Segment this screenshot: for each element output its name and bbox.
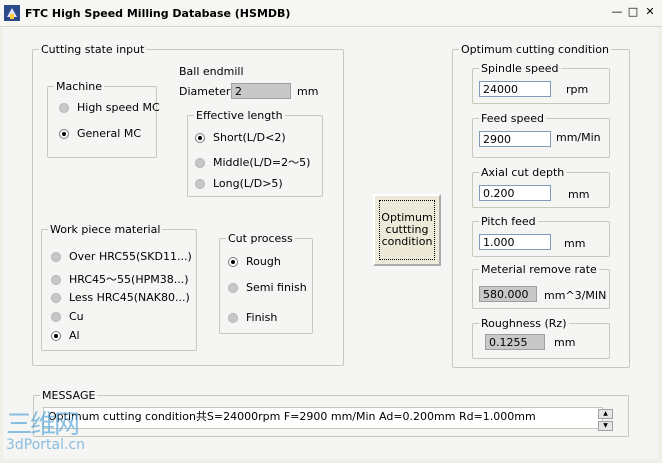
axial-cut-depth-legend: Axial cut depth: [481, 166, 565, 179]
app-window: FTC High Speed Milling Database (HSMDB) …: [0, 0, 662, 463]
machine-group: Machine: [47, 80, 157, 158]
radio-icon: [195, 179, 205, 189]
cut-process-legend: Cut process: [228, 232, 293, 245]
message-text: Optimum cutting condition共S=24000rpm F=2…: [43, 407, 603, 429]
optimum-legend: Optimum cutting condition: [461, 43, 609, 56]
material-option-less-hrc45[interactable]: Less HRC45(NAK80...): [51, 291, 190, 304]
spindle-speed-legend: Spindle speed: [481, 62, 559, 75]
length-option-long[interactable]: Long(L/D>5): [195, 177, 283, 190]
process-option-rough[interactable]: Rough: [228, 255, 281, 268]
cutting-state-legend: Cutting state input: [41, 43, 145, 56]
axial-cut-depth-field[interactable]: 0.200: [479, 185, 551, 201]
diameter-unit: mm: [297, 85, 319, 98]
pitch-feed-unit: mm: [564, 237, 586, 250]
length-option-short[interactable]: Short(L/D<2): [195, 131, 286, 144]
diameter-input[interactable]: 2: [231, 83, 291, 99]
pitch-feed-legend: Pitch feed: [481, 215, 536, 228]
optimum-button-label: Optimum cuttting condition: [379, 200, 435, 260]
spindle-speed-field[interactable]: 24000: [479, 81, 551, 97]
machine-option-general[interactable]: General MC: [59, 127, 141, 140]
maximize-button[interactable]: □: [626, 5, 640, 19]
watermark-line-1: 三维网: [6, 410, 80, 440]
process-option-finish[interactable]: Finish: [228, 311, 277, 324]
effective-length-legend: Effective length: [196, 109, 283, 122]
radio-icon: [195, 158, 205, 168]
radio-selected-icon: [228, 257, 238, 267]
radio-icon: [228, 283, 238, 293]
pitch-feed-field[interactable]: 1.000: [479, 234, 551, 250]
diameter-label: Diameter: [179, 85, 231, 98]
radio-selected-icon: [59, 129, 69, 139]
watermark-line-2: 3dPortal.cn: [6, 437, 86, 453]
radio-icon: [51, 252, 61, 262]
material-option-hrc45-55[interactable]: HRC45～55(HPM38...): [51, 271, 189, 287]
close-button[interactable]: ✕: [643, 5, 657, 19]
length-option-middle[interactable]: Middle(L/D=2～5): [195, 154, 310, 170]
material-option-cu[interactable]: Cu: [51, 310, 84, 323]
material-remove-rate-legend: Meterial remove rate: [481, 263, 597, 276]
roughness-legend: Roughness (Rz): [481, 317, 567, 330]
main-panel: Cutting state input Machine High speed M…: [3, 27, 658, 459]
window-title: FTC High Speed Milling Database (HSMDB): [25, 7, 291, 20]
radio-icon: [59, 103, 69, 113]
message-legend: MESSAGE: [42, 389, 96, 402]
radio-icon: [228, 313, 238, 323]
watermark-logo: 三维网 3dPortal.cn: [6, 412, 106, 458]
scroll-down-button[interactable]: ▼: [598, 421, 613, 431]
radio-icon: [51, 293, 61, 303]
axial-cut-depth-unit: mm: [568, 188, 590, 201]
process-option-semi-finish[interactable]: Semi finish: [228, 281, 307, 294]
minimize-button[interactable]: —: [610, 5, 624, 19]
radio-selected-icon: [195, 133, 205, 143]
optimum-condition-button[interactable]: Optimum cuttting condition: [373, 194, 441, 266]
material-remove-rate-field: 580.000: [479, 286, 537, 302]
material-remove-rate-unit: mm^3/MIN: [544, 289, 607, 302]
material-option-over-hrc55[interactable]: Over HRC55(SKD11...): [51, 250, 192, 263]
machine-legend: Machine: [56, 80, 103, 93]
radio-icon: [51, 312, 61, 322]
machine-option-high-speed[interactable]: High speed MC: [59, 101, 160, 114]
material-option-al[interactable]: Al: [51, 329, 80, 342]
radio-icon: [51, 275, 61, 285]
radio-selected-icon: [51, 331, 61, 341]
scroll-up-button[interactable]: ▲: [598, 409, 613, 419]
work-piece-legend: Work piece material: [50, 223, 161, 236]
feed-speed-legend: Feed speed: [481, 112, 544, 125]
spindle-speed-unit: rpm: [566, 83, 589, 96]
roughness-field: 0.1255: [485, 334, 545, 350]
roughness-unit: mm: [554, 336, 576, 349]
feed-speed-field[interactable]: 2900: [479, 131, 551, 147]
ball-endmill-label: Ball endmill: [179, 65, 244, 78]
app-icon: [4, 5, 20, 21]
feed-speed-unit: mm/Min: [556, 131, 601, 144]
title-bar: FTC High Speed Milling Database (HSMDB) …: [0, 0, 662, 27]
